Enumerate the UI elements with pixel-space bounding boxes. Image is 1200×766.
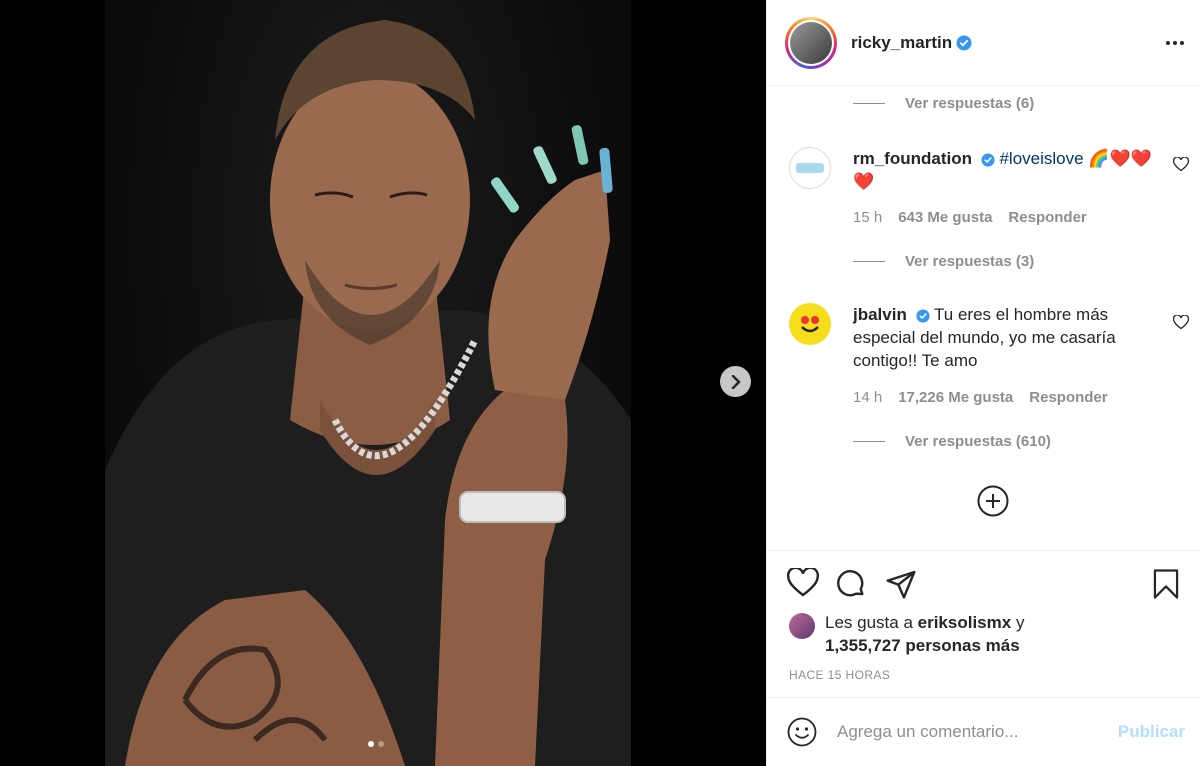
instagram-post-modal: ricky_martin Ver respuestas (6) rm_found…: [0, 0, 1200, 766]
likes-joiner: y: [1015, 613, 1025, 632]
carousel-indicator: [368, 741, 384, 747]
publish-comment-button[interactable]: Publicar: [1118, 722, 1185, 742]
view-replies-label: Ver respuestas (6): [905, 95, 1035, 112]
view-replies-button[interactable]: Ver respuestas (6): [853, 95, 1034, 112]
comment-composer: Publicar: [767, 697, 1200, 766]
reply-button[interactable]: Responder: [1029, 389, 1107, 406]
emoji-smiley-icon[interactable]: [787, 717, 817, 747]
post-timestamp[interactable]: HACE 15 HORAS: [789, 668, 890, 682]
author-avatar[interactable]: [785, 16, 837, 69]
post-actions: Les gusta a eriksolismx y 1,355,727 pers…: [767, 550, 1200, 696]
comment-likes[interactable]: 17,226 Me gusta: [898, 389, 1013, 406]
post-header: ricky_martin: [767, 0, 1200, 86]
liker-avatar[interactable]: [789, 613, 815, 639]
author-username[interactable]: ricky_martin: [851, 33, 952, 53]
view-replies-button[interactable]: Ver respuestas (3): [853, 253, 1034, 270]
likes-summary: Les gusta a eriksolismx y 1,355,727 pers…: [789, 611, 1024, 657]
comment-username[interactable]: jbalvin: [853, 305, 907, 324]
share-paper-plane-icon[interactable]: [885, 568, 917, 600]
comment-text: jbalvin Tu eres el hombre más especial d…: [853, 303, 1153, 372]
like-heart-icon[interactable]: [787, 568, 819, 598]
verified-badge-icon: [981, 152, 995, 167]
view-replies-label: Ver respuestas (3): [905, 253, 1035, 270]
comment-input[interactable]: [837, 722, 1118, 742]
view-replies-label: Ver respuestas (610): [905, 433, 1051, 450]
comment-username[interactable]: rm_foundation: [853, 149, 972, 168]
comment-text: rm_foundation #loveislove 🌈❤️❤️❤️: [853, 147, 1153, 193]
comment-time[interactable]: 14 h: [853, 389, 882, 406]
likes-text: Les gusta a eriksolismx y 1,355,727 pers…: [825, 611, 1024, 657]
like-comment-heart-icon[interactable]: [1173, 315, 1189, 330]
like-comment-heart-icon[interactable]: [1173, 157, 1189, 172]
load-more-comments-plus-icon[interactable]: [977, 485, 1009, 517]
comment-item: jbalvin Tu eres el hombre más especial d…: [789, 303, 1189, 443]
likes-count[interactable]: 1,355,727 personas más: [825, 636, 1020, 655]
comment-time[interactable]: 15 h: [853, 209, 882, 226]
smiley-face-icon: [801, 316, 819, 333]
post-media: [0, 0, 766, 766]
verified-badge-icon: [916, 308, 930, 323]
carousel-dot-1: [368, 741, 374, 747]
more-options-button[interactable]: [1166, 40, 1184, 45]
chevron-right-icon: [731, 374, 740, 389]
likes-prefix: Les gusta a: [825, 613, 913, 632]
reply-button[interactable]: Responder: [1008, 209, 1086, 226]
comment-avatar[interactable]: [789, 147, 831, 189]
action-bar: [787, 568, 1181, 600]
post-photo: [105, 0, 631, 766]
liker-username[interactable]: eriksolismx: [918, 613, 1012, 632]
next-slide-button[interactable]: [720, 366, 751, 397]
comment-bubble-icon[interactable]: [835, 568, 867, 600]
carousel-dot-2: [378, 741, 384, 747]
comments-list: Ver respuestas (6) rm_foundation #loveis…: [767, 87, 1200, 550]
comment-meta: 15 h 643 Me gusta Responder: [853, 209, 1087, 226]
save-bookmark-icon[interactable]: [1151, 568, 1181, 600]
comment-meta: 14 h 17,226 Me gusta Responder: [853, 389, 1108, 406]
comment-avatar[interactable]: [789, 303, 831, 345]
view-replies-button[interactable]: Ver respuestas (610): [853, 433, 1051, 450]
comment-likes[interactable]: 643 Me gusta: [898, 209, 992, 226]
comment-hashtag[interactable]: #loveislove: [999, 149, 1083, 168]
verified-badge-icon: [956, 35, 972, 50]
post-side-panel: ricky_martin Ver respuestas (6) rm_found…: [766, 0, 1200, 766]
